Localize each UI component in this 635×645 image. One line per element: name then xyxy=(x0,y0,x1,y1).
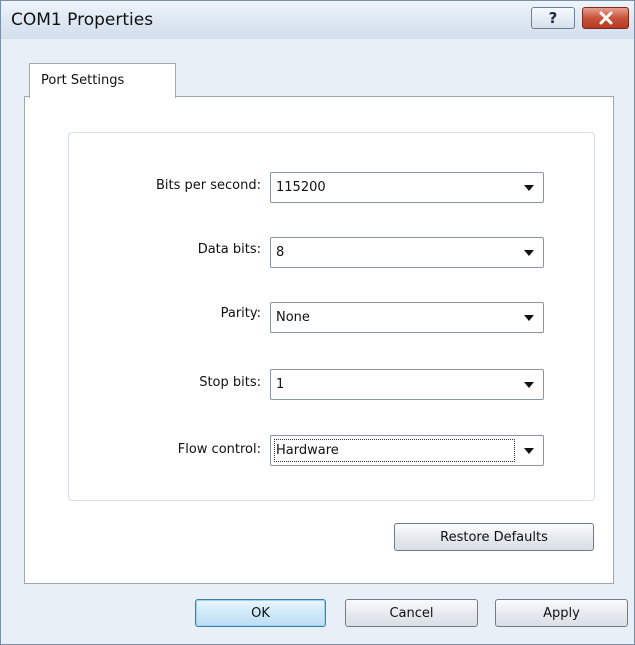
stop-bits-select[interactable]: 1 xyxy=(270,369,544,400)
data-bits-select[interactable]: 8 xyxy=(270,237,544,268)
chevron-down-icon xyxy=(524,185,534,191)
data-bits-value: 8 xyxy=(276,245,285,260)
window-title: COM1 Properties xyxy=(11,10,154,30)
chevron-down-icon xyxy=(524,315,534,321)
close-button[interactable] xyxy=(582,7,629,29)
flow-control-value: Hardware xyxy=(276,443,339,458)
parity-select[interactable]: None xyxy=(270,302,544,333)
title-bar[interactable]: COM1 Properties ? xyxy=(1,1,634,39)
parity-label: Parity: xyxy=(220,306,261,321)
flow-control-label: Flow control: xyxy=(177,442,261,457)
flow-control-select[interactable]: Hardware xyxy=(270,435,544,466)
parity-value: None xyxy=(276,310,310,325)
bits-per-second-select[interactable]: 115200 xyxy=(270,172,544,203)
properties-dialog: COM1 Properties ? Port Settings Bits per… xyxy=(0,0,635,645)
cancel-button[interactable]: Cancel xyxy=(345,599,478,627)
chevron-down-icon xyxy=(524,448,534,454)
help-button[interactable]: ? xyxy=(531,7,575,29)
stop-bits-value: 1 xyxy=(276,377,285,392)
tab-label: Port Settings xyxy=(41,73,125,88)
apply-button[interactable]: Apply xyxy=(495,599,628,627)
data-bits-label: Data bits: xyxy=(197,242,261,257)
restore-defaults-button[interactable]: Restore Defaults xyxy=(394,523,594,551)
tab-port-settings[interactable]: Port Settings xyxy=(29,63,176,98)
help-icon: ? xyxy=(548,9,558,27)
stop-bits-label: Stop bits: xyxy=(199,375,261,390)
bits-per-second-value: 115200 xyxy=(276,180,326,195)
chevron-down-icon xyxy=(524,250,534,256)
bits-per-second-label: Bits per second: xyxy=(155,178,261,193)
ok-button[interactable]: OK xyxy=(195,599,326,627)
chevron-down-icon xyxy=(524,382,534,388)
close-icon xyxy=(599,11,612,25)
